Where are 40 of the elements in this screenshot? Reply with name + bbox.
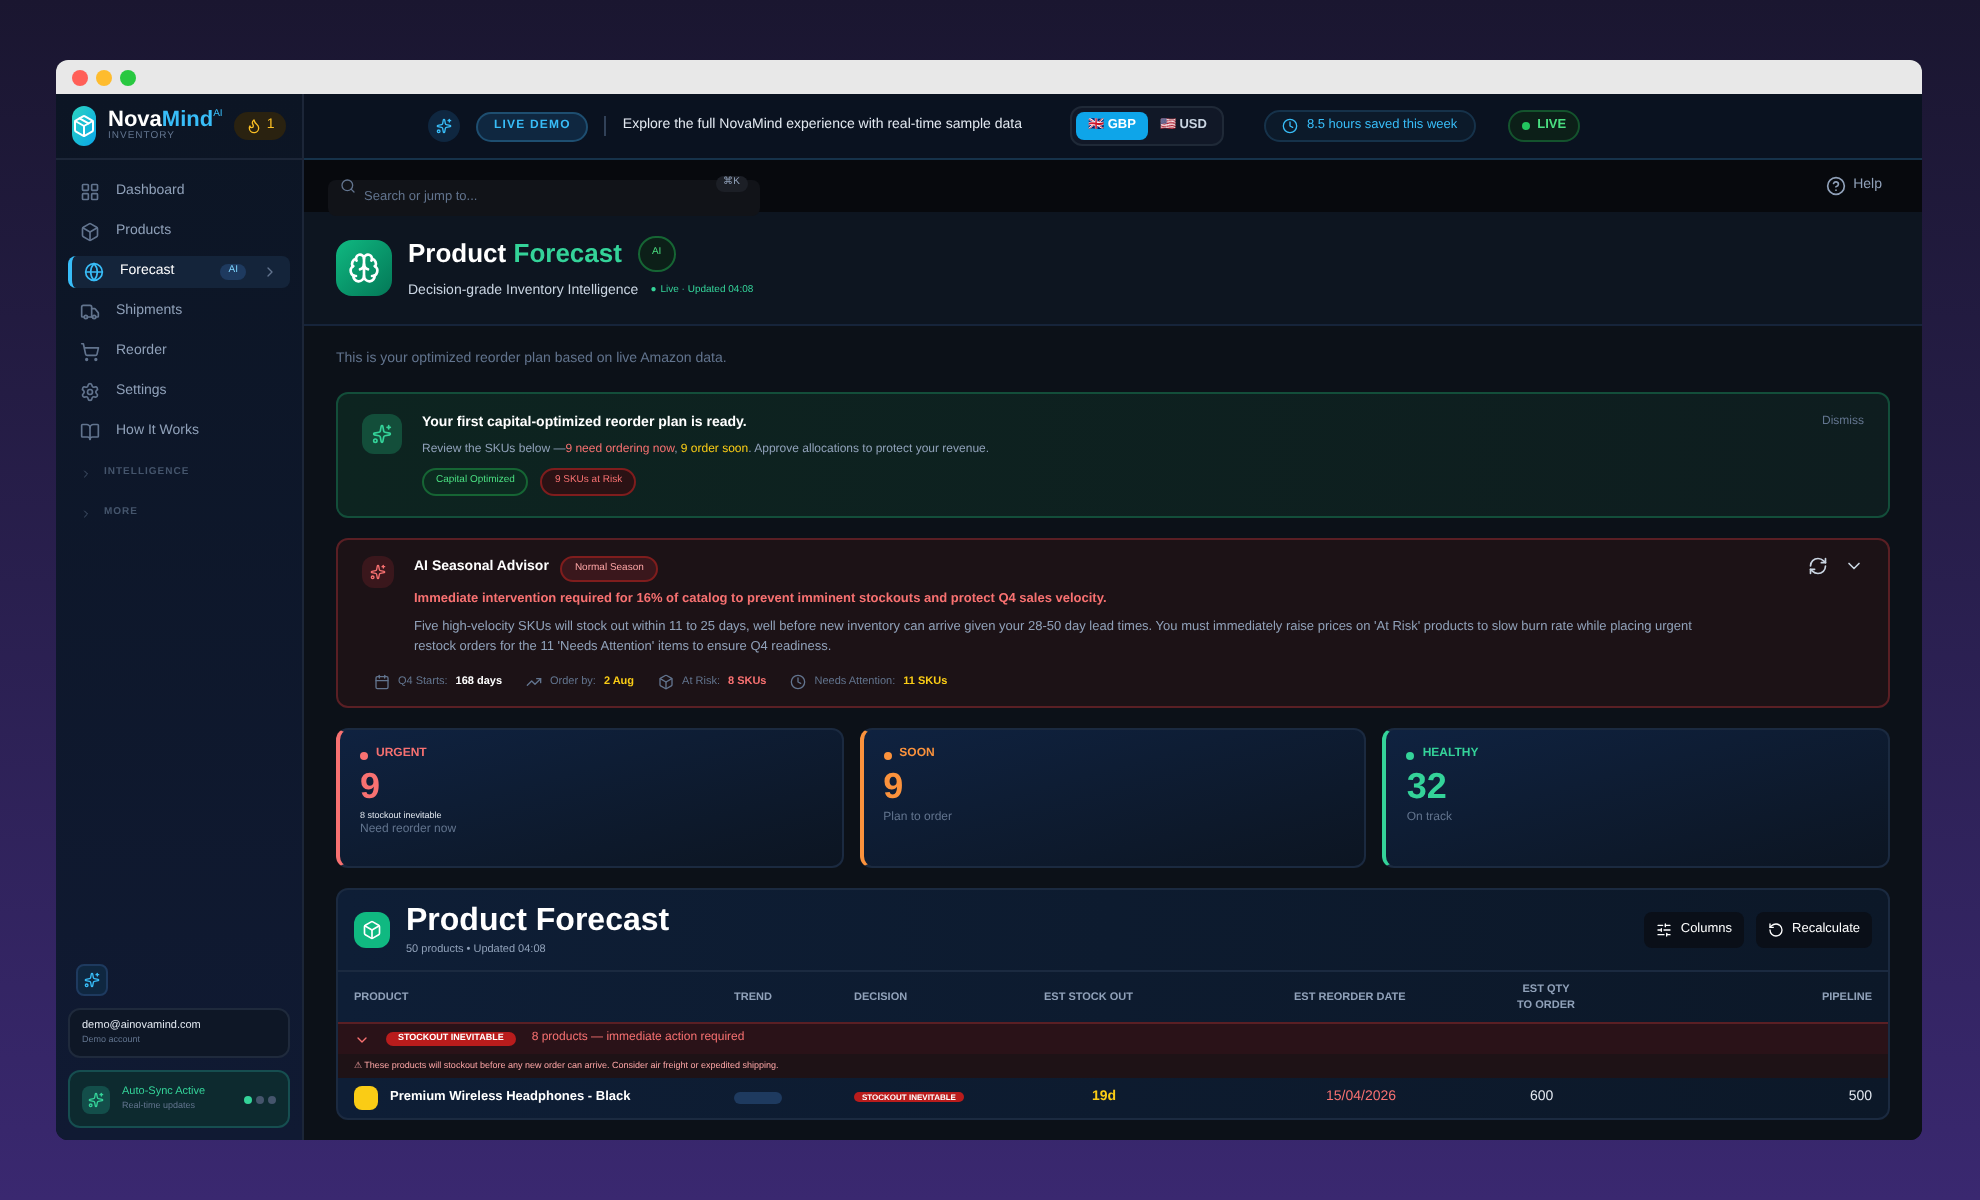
search-icon: [340, 178, 356, 194]
chevron-right-icon: [80, 468, 92, 480]
sparkle-icon: [428, 110, 460, 142]
table-title: Product Forecast: [406, 902, 670, 942]
page-title: Product Forecast: [408, 236, 622, 272]
logo-icon: [72, 106, 96, 146]
help-icon: [1825, 176, 1846, 196]
refresh-icon[interactable]: [1808, 555, 1828, 575]
cube-icon: [354, 912, 390, 949]
clock-icon: [1282, 118, 1299, 134]
sparkle-icon: [362, 555, 394, 587]
cube-icon: [658, 673, 675, 690]
flame-icon: [246, 118, 263, 134]
brand-name: Nova: [108, 110, 162, 132]
chevron-right-icon: [80, 508, 92, 520]
book-icon: [80, 422, 100, 442]
trend-icon: [526, 673, 543, 690]
settings-icon: [80, 382, 100, 402]
globe-icon: [84, 262, 104, 282]
cart-icon: [80, 342, 100, 362]
sliders-icon: [1656, 922, 1673, 939]
sparkle-button[interactable]: [76, 964, 108, 996]
sparkle-icon: [362, 413, 402, 453]
stat-value: 9: [360, 764, 383, 809]
chevron-right-icon: [262, 264, 278, 280]
truck-icon: [80, 302, 100, 322]
grid-icon: [80, 182, 100, 202]
brand-name-accent: Mind: [161, 110, 214, 132]
cube-icon: [80, 222, 100, 242]
trend-badge: [734, 1092, 782, 1105]
calendar-icon: [374, 673, 390, 690]
reload-icon: [1768, 922, 1785, 939]
clock-icon: [790, 673, 807, 690]
stat-value: 9: [883, 764, 906, 809]
sparkle-icon: [84, 972, 100, 988]
brain-icon: [336, 240, 392, 296]
sync-icon: [82, 1085, 110, 1113]
product-thumbnail: [354, 1086, 378, 1111]
stat-value: 32: [1406, 764, 1449, 809]
progress-dots-icon: [244, 1095, 276, 1103]
